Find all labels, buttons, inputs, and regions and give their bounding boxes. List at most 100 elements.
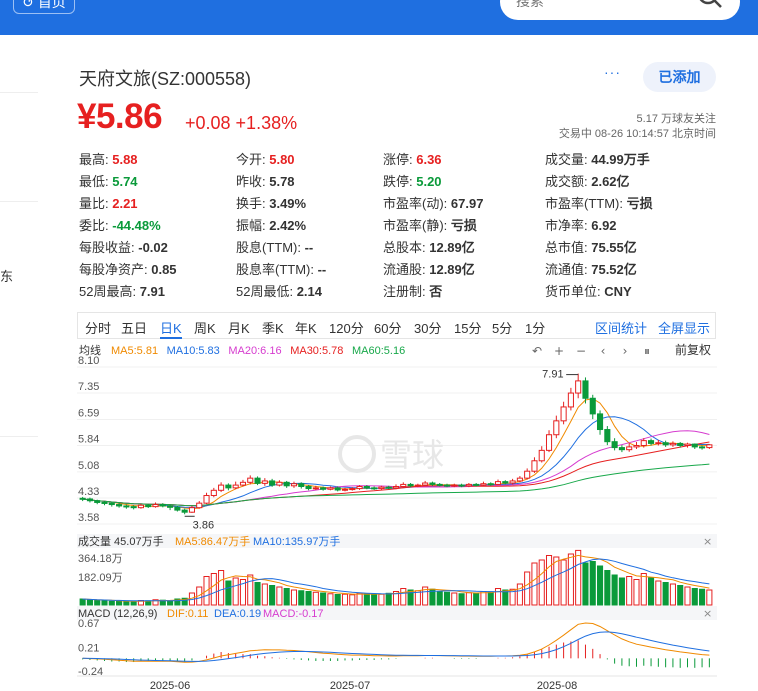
quote-item: 总股本: 12.89亿 — [383, 237, 475, 256]
quote-item: 股息(TTM): -- — [236, 237, 313, 256]
tab-6[interactable]: 年K — [295, 318, 317, 337]
quote-value: 75.55亿 — [587, 240, 637, 255]
active-tab-underline — [160, 337, 182, 339]
volume-bar — [261, 583, 268, 606]
top-nav-bar: ↺ 首页 — [0, 0, 758, 35]
home-button[interactable]: ↺ 首页 — [13, 0, 75, 14]
tab-0[interactable]: 分时 — [85, 318, 111, 337]
close-icon[interactable]: × — [703, 535, 712, 548]
candle-body — [269, 480, 276, 486]
volume-bar — [363, 593, 370, 606]
quote-item: 振幅: 2.42% — [236, 215, 306, 234]
volume-bar — [378, 593, 385, 606]
tab-7[interactable]: 120分 — [329, 318, 364, 337]
candle-body — [101, 501, 108, 504]
quote-label: 量比: — [79, 196, 109, 211]
volume-bar — [210, 573, 217, 606]
candle-body — [79, 497, 86, 500]
tab-9[interactable]: 30分 — [414, 318, 441, 337]
tab-11[interactable]: 5分 — [492, 318, 512, 337]
candle-body — [553, 420, 560, 436]
macd-value: MACD:-0.17 — [263, 608, 324, 620]
tab-12[interactable]: 1分 — [525, 318, 545, 337]
tab-3[interactable]: 周K — [194, 318, 216, 337]
volume-bar — [640, 573, 647, 606]
volume-bar — [473, 592, 480, 606]
chart-tool-icon[interactable]: ↶ — [532, 344, 542, 358]
range-stats-link[interactable]: 区间统计 — [595, 318, 647, 337]
quote-label: 股息(TTM): — [236, 240, 301, 255]
candle-body — [363, 485, 370, 489]
adjust-mode[interactable]: 前复权 — [675, 342, 711, 357]
candle-body — [648, 440, 655, 444]
more-icon[interactable]: ··· — [604, 64, 621, 80]
chart-tool-icon[interactable]: ⏸ — [644, 344, 650, 358]
volume-bar — [684, 586, 691, 606]
volume-bar — [516, 583, 523, 606]
quote-item: 跌停: 5.20 — [383, 171, 442, 190]
volume-bar — [269, 585, 276, 606]
chart-tool-icon[interactable]: − — [576, 344, 586, 358]
quote-value: 亏损 — [447, 218, 477, 233]
price-tick-label: 5.08 — [78, 460, 99, 472]
tab-10[interactable]: 15分 — [454, 318, 481, 337]
candle-body — [633, 445, 640, 448]
volume-bar — [604, 570, 611, 606]
volume-bar — [611, 574, 618, 606]
quote-label: 流通值: — [545, 262, 588, 277]
quote-label: 总市值: — [545, 240, 588, 255]
macd-tick-label: 0.67 — [78, 618, 99, 630]
quote-value: 5.80 — [265, 152, 295, 167]
volume-tick-label: 364.18万 — [78, 553, 123, 565]
volume-bar — [116, 600, 123, 606]
quote-item: 货币单位: CNY — [545, 281, 632, 300]
candle-body — [480, 483, 487, 486]
close-icon[interactable]: × — [703, 607, 712, 620]
current-price: ¥5.86 — [77, 97, 163, 136]
quote-label: 市盈率(静): — [383, 218, 448, 233]
macd-line — [82, 622, 710, 663]
kline-chart[interactable]: 均线 MA5:5.81 MA10:5.83 MA20:6.16 MA30:5.78 MA6… — [77, 340, 717, 691]
candle-body — [494, 481, 502, 485]
quote-item: 每股净资产: 0.85 — [79, 259, 177, 278]
tab-5[interactable]: 季K — [262, 318, 284, 337]
search-icon[interactable] — [696, 0, 724, 10]
fullscreen-link[interactable]: 全屏显示 — [658, 318, 710, 337]
search-box[interactable] — [500, 0, 740, 20]
quote-label: 市盈率(TTM): — [545, 196, 623, 211]
follow-button[interactable]: 已添加 — [643, 62, 716, 92]
candle-body — [239, 481, 247, 486]
quote-item: 最高: 5.88 — [79, 149, 138, 168]
quote-value: -44.48% — [108, 218, 161, 233]
quote-label: 每股净资产: — [79, 262, 148, 277]
volume-ma5: MA5:86.47万手 — [175, 534, 250, 548]
volume-bar — [648, 577, 655, 606]
candle-body — [145, 504, 152, 508]
quote-label: 最高: — [79, 152, 109, 167]
left-sidebar: 东 — [0, 35, 38, 691]
chart-tool-icon[interactable]: › — [623, 344, 628, 358]
chart-tool-icon[interactable]: + — [554, 344, 564, 358]
tab-2[interactable]: 日K — [160, 318, 182, 337]
candle-body — [669, 442, 676, 446]
tab-1[interactable]: 五日 — [121, 318, 147, 337]
volume-bar — [480, 591, 487, 606]
volume-bar — [691, 588, 698, 606]
candle-body — [152, 504, 159, 508]
tab-8[interactable]: 60分 — [374, 318, 401, 337]
quote-value: 3.49% — [265, 196, 307, 211]
quote-label: 每股收益: — [79, 240, 135, 255]
volume-bar — [451, 592, 458, 606]
search-input[interactable] — [516, 0, 696, 12]
candle-body — [611, 441, 618, 449]
macd-tick-label: 0.21 — [78, 642, 99, 654]
candle-body — [385, 486, 392, 489]
macd-dif: DIF:0.11 — [167, 608, 208, 620]
tab-4[interactable]: 月K — [228, 318, 250, 337]
candle-body — [378, 486, 385, 490]
chart-tool-icon[interactable]: ‹ — [601, 344, 606, 358]
volume-bar — [400, 588, 407, 606]
candle-body — [108, 502, 115, 506]
candle-body — [174, 506, 181, 511]
candle-body — [137, 504, 144, 509]
